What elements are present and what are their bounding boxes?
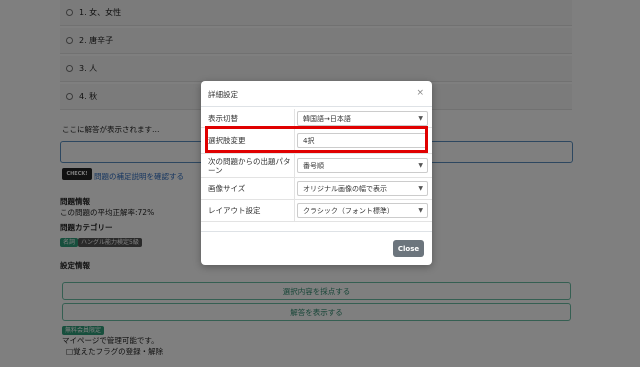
chevron-down-icon: ▼ [418,185,423,192]
chevron-down-icon: ▼ [418,207,423,214]
modal-footer: Close [201,231,432,265]
select-value: 韓国語→日本語 [303,114,351,123]
image-size-select[interactable]: オリジナル画像の幅で表示 ▼ [297,181,428,196]
close-icon[interactable]: × [416,88,424,98]
highlight-box [205,126,428,153]
setting-row-layout: レイアウト設定 クラシック（フォント標準） ▼ [201,200,432,222]
chevron-down-icon: ▼ [418,115,423,122]
setting-row-pattern: 次の問題からの出題パターン 番号順 ▼ [201,154,432,178]
setting-label: 表示切替 [201,109,295,127]
select-value: 番号順 [303,161,324,170]
modal-header: 詳細設定 × [201,81,432,107]
setting-label: レイアウト設定 [201,200,295,221]
close-button[interactable]: Close [393,240,424,257]
chevron-down-icon: ▼ [418,162,423,169]
display-toggle-select[interactable]: 韓国語→日本語 ▼ [297,111,428,126]
modal-title: 詳細設定 [208,90,238,99]
setting-row-image-size: 画像サイズ オリジナル画像の幅で表示 ▼ [201,178,432,200]
layout-select[interactable]: クラシック（フォント標準） ▼ [297,203,428,218]
pattern-select[interactable]: 番号順 ▼ [297,158,428,173]
setting-label: 次の問題からの出題パターン [201,154,295,177]
select-value: オリジナル画像の幅で表示 [303,184,387,193]
settings-modal: 詳細設定 × 表示切替 韓国語→日本語 ▼ 選択肢変更 4択 次の問題からの出題… [201,81,432,265]
setting-label: 画像サイズ [201,178,295,199]
select-value: クラシック（フォント標準） [303,206,394,215]
